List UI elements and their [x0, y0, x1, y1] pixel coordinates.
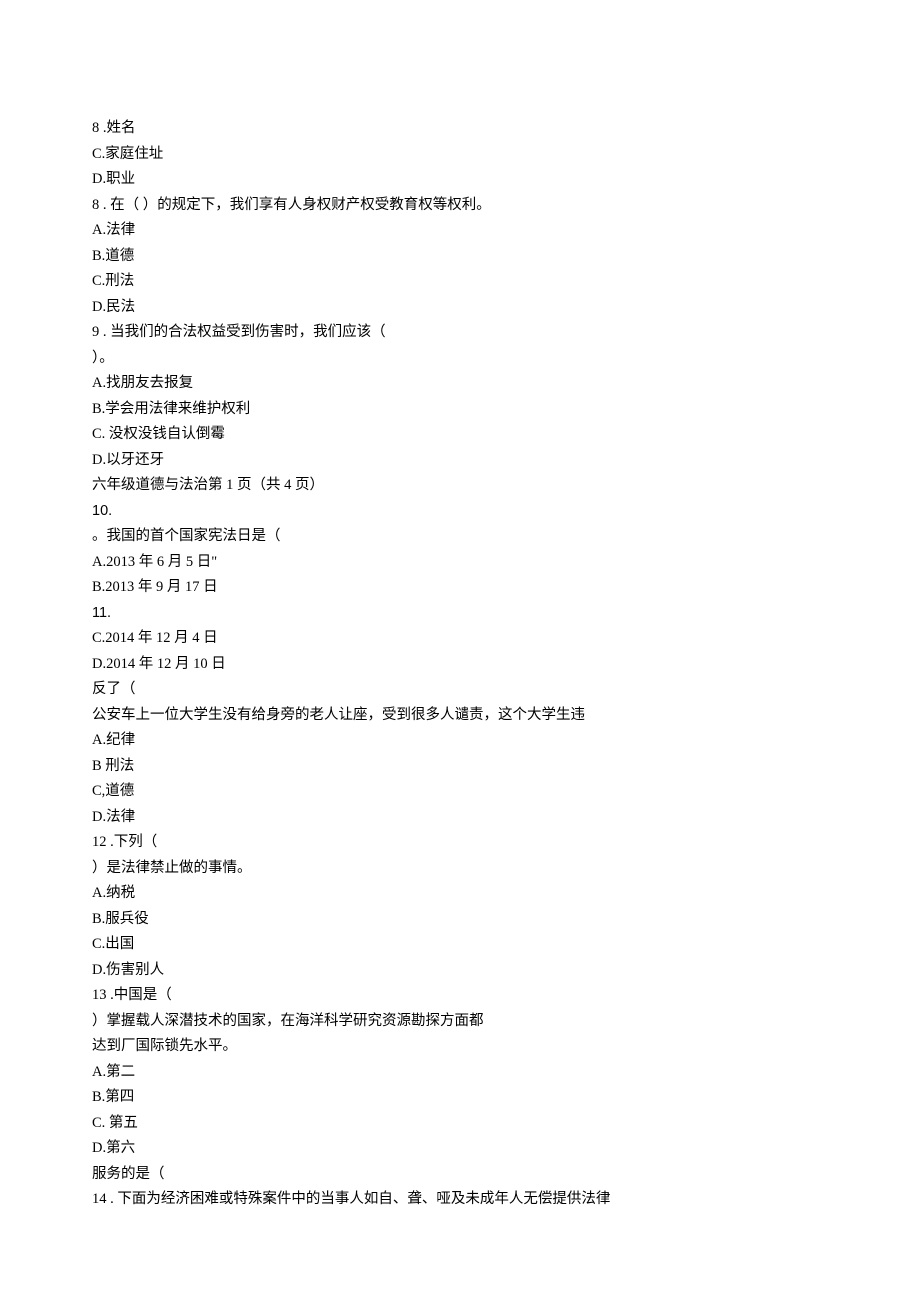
text-line: C.刑法: [92, 269, 828, 295]
text-line: 14 . 下面为经济困难或特殊案件中的当事人如自、聋、哑及未成年人无偿提供法律: [92, 1187, 828, 1213]
text-line: 12 .下列（: [92, 830, 828, 856]
text-line: B.服兵役: [92, 907, 828, 933]
text-line: C. 没权没钱自认倒霉: [92, 422, 828, 448]
text-line: A.第二: [92, 1060, 828, 1086]
text-line: ）。: [92, 346, 828, 372]
text-line: 9 . 当我们的合法权益受到伤害时，我们应该（: [92, 320, 828, 346]
text-line: A.法律: [92, 218, 828, 244]
text-line: ）是法律禁止做的事情。: [92, 856, 828, 882]
text-line: D.法律: [92, 805, 828, 831]
text-line: 服务的是（: [92, 1162, 828, 1188]
text-line: 反了（: [92, 677, 828, 703]
text-line: C,道德: [92, 779, 828, 805]
text-line: C.出国: [92, 932, 828, 958]
text-line: 8 . 在（ ）的规定下，我们享有人身权财产权受教育权等权利。: [92, 193, 828, 219]
text-line: B 刑法: [92, 754, 828, 780]
text-line: A.纳税: [92, 881, 828, 907]
text-line: 达到厂国际锁先水平。: [92, 1034, 828, 1060]
document-page: 8 .姓名 C.家庭住址 D.职业 8 . 在（ ）的规定下，我们享有人身权财产…: [0, 0, 920, 1273]
text-line: 10.: [92, 499, 828, 525]
text-line: B.学会用法律来维护权利: [92, 397, 828, 423]
text-line: 。我国的首个国家宪法日是（: [92, 524, 828, 550]
text-line: D.2014 年 12 月 10 日: [92, 652, 828, 678]
text-line: C. 第五: [92, 1111, 828, 1137]
text-line: 11.: [92, 601, 828, 627]
text-line: D.民法: [92, 295, 828, 321]
text-line: A.纪律: [92, 728, 828, 754]
text-line: A.2013 年 6 月 5 日": [92, 550, 828, 576]
text-line: B.第四: [92, 1085, 828, 1111]
text-line: 六年级道德与法治第 1 页（共 4 页）: [92, 473, 828, 499]
text-line: B.2013 年 9 月 17 日: [92, 575, 828, 601]
text-line: B.道德: [92, 244, 828, 270]
text-line: C.2014 年 12 月 4 日: [92, 626, 828, 652]
text-line: 13 .中国是（: [92, 983, 828, 1009]
text-line: ）掌握载人深潜技术的国家，在海洋科学研究资源勘探方面都: [92, 1009, 828, 1035]
text-line: 公安车上一位大学生没有给身旁的老人让座，受到很多人谴责，这个大学生违: [92, 703, 828, 729]
text-line: 8 .姓名: [92, 116, 828, 142]
text-line: D.以牙还牙: [92, 448, 828, 474]
text-line: D.职业: [92, 167, 828, 193]
text-line: D.伤害别人: [92, 958, 828, 984]
text-line: D.第六: [92, 1136, 828, 1162]
text-line: A.找朋友去报复: [92, 371, 828, 397]
text-line: C.家庭住址: [92, 142, 828, 168]
